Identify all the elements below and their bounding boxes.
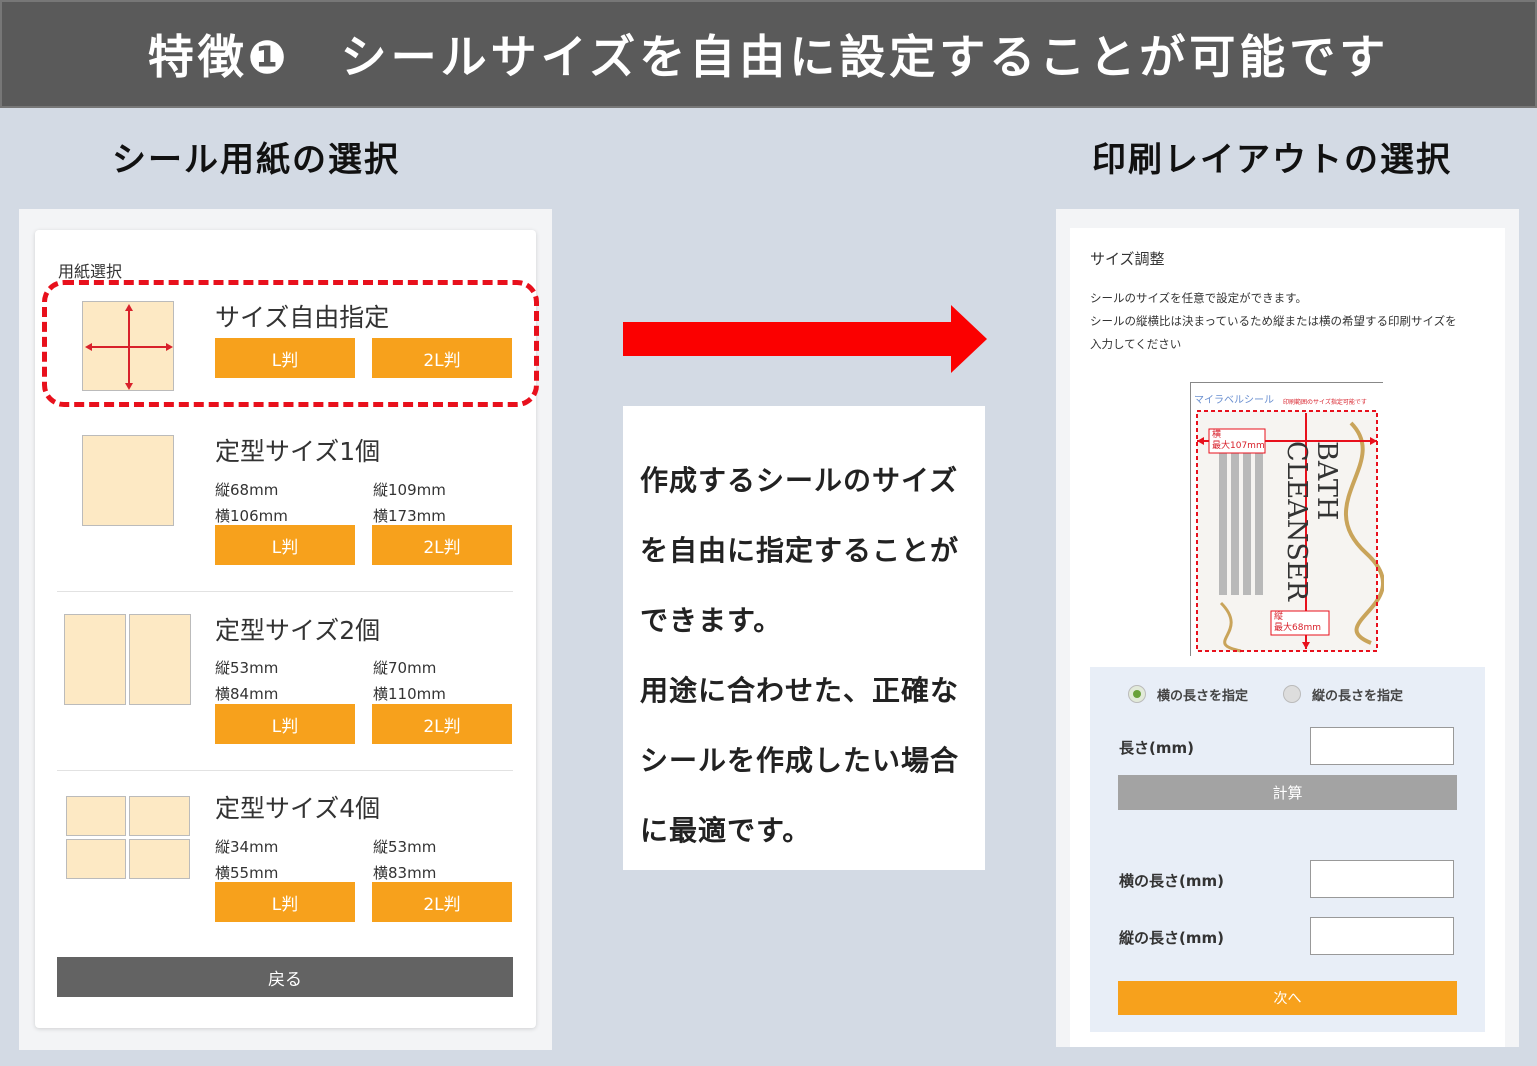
radio-width-label: 横の長さを指定: [1157, 689, 1249, 704]
height-length-label: 縦の長さ(mm): [1119, 929, 1224, 947]
option-1-2l-height: 縦109mm: [373, 481, 446, 499]
size-adjust-title: サイズ調整: [1090, 250, 1165, 268]
option-divider: [57, 591, 513, 592]
option-4-2l-button[interactable]: 2L判: [372, 882, 512, 922]
description-line: を自由に指定することが: [640, 534, 960, 567]
option-4-l-width: 横55mm: [215, 864, 279, 882]
left-section-heading: シール用紙の選択: [112, 140, 400, 180]
four-sheet-icon-br: [129, 839, 190, 879]
preview-product-line2: CLEANSER: [1281, 441, 1312, 601]
height-length-input[interactable]: [1310, 917, 1454, 955]
single-sheet-icon: [82, 435, 174, 526]
option-2-l-width: 横84mm: [215, 685, 279, 703]
radio-height-label: 縦の長さを指定: [1312, 689, 1404, 704]
right-section-heading: 印刷レイアウトの選択: [1092, 140, 1452, 180]
option-4-2l-width: 横83mm: [373, 864, 437, 882]
description-box: 作成するシールのサイズ を自由に指定することが できます。 用途に合わせた、正確…: [623, 406, 985, 870]
preview-width-max: 最大107mm: [1212, 441, 1265, 451]
length-label: 長さ(mm): [1119, 739, 1194, 757]
option-1-piece-title: 定型サイズ1個: [215, 437, 381, 466]
width-length-input[interactable]: [1310, 860, 1454, 898]
option-1-l-width: 横106mm: [215, 507, 288, 525]
preview-width-label: 横 最大107mm: [1212, 430, 1265, 452]
option-4-2l-height: 縦53mm: [373, 838, 437, 856]
right-arrow-icon: [623, 322, 953, 356]
description-line: 作成するシールのサイズ: [640, 464, 959, 497]
two-sheet-icon-right: [129, 614, 191, 705]
radio-height-option[interactable]: [1283, 685, 1301, 703]
option-1-l-height: 縦68mm: [215, 481, 279, 499]
right-arrow-head-icon: [951, 305, 987, 373]
preview-height-max: 最大68mm: [1274, 623, 1321, 633]
option-2-l-button[interactable]: L判: [215, 704, 355, 744]
instruction-line: シールの縦横比は決まっているため縦または横の希望する印刷サイズを: [1090, 314, 1457, 328]
paper-select-label: 用紙選択: [58, 262, 123, 281]
four-sheet-icon-bl: [66, 839, 126, 879]
label-preview: マイラベルシール 印刷範囲のサイズ指定可能です 横 最大107mm 縦 最大68…: [1190, 382, 1384, 657]
option-2-2l-width: 横110mm: [373, 685, 446, 703]
banner-title: 特徴❶ シールサイズを自由に設定することが可能です: [147, 30, 1390, 84]
option-1-2l-width: 横173mm: [373, 507, 446, 525]
back-button[interactable]: 戻る: [57, 957, 513, 997]
option-2-2l-height: 縦70mm: [373, 659, 437, 677]
next-button[interactable]: 次へ: [1118, 981, 1457, 1015]
instruction-line: シールのサイズを任意で設定ができます。: [1090, 291, 1308, 305]
preview-header-note: 印刷範囲のサイズ指定可能です: [1283, 399, 1367, 406]
description-line: 用途に合わせた、正確な: [640, 674, 960, 707]
description-line: シールを作成したい場合: [640, 744, 960, 777]
length-input[interactable]: [1310, 727, 1454, 765]
preview-product-name: BATH CLEANSER: [1275, 441, 1342, 611]
preview-width-axis: 横: [1212, 430, 1222, 440]
description-line: に最適です。: [640, 814, 812, 847]
preview-height-label: 縦 最大68mm: [1274, 612, 1321, 634]
description-line: できます。: [640, 604, 783, 637]
page-banner: 特徴❶ シールサイズを自由に設定することが可能です: [0, 0, 1537, 108]
two-sheet-icon-left: [64, 614, 126, 705]
four-sheet-icon-tr: [129, 796, 190, 836]
option-2-pieces-title: 定型サイズ2個: [215, 616, 381, 645]
option-2-l-height: 縦53mm: [215, 659, 279, 677]
instruction-line: 入力してください: [1090, 337, 1182, 351]
preview-product-line1: BATH: [1311, 441, 1342, 521]
option-1-2l-button[interactable]: 2L判: [372, 525, 512, 565]
radio-selected-dot-icon: [1133, 690, 1141, 698]
free-size-highlight: [42, 280, 539, 407]
option-4-l-button[interactable]: L判: [215, 882, 355, 922]
option-4-pieces-title: 定型サイズ4個: [215, 794, 381, 823]
preview-brand: マイラベルシール: [1194, 395, 1274, 406]
preview-height-axis: 縦: [1274, 612, 1284, 622]
option-4-l-height: 縦34mm: [215, 838, 279, 856]
size-form: [1090, 667, 1485, 1032]
width-length-label: 横の長さ(mm): [1119, 872, 1224, 890]
option-divider: [57, 770, 513, 771]
option-2-2l-button[interactable]: 2L判: [372, 704, 512, 744]
radio-width-option[interactable]: [1128, 685, 1146, 703]
option-1-l-button[interactable]: L判: [215, 525, 355, 565]
four-sheet-icon-tl: [66, 796, 126, 836]
calculate-button[interactable]: 計算: [1118, 775, 1457, 810]
